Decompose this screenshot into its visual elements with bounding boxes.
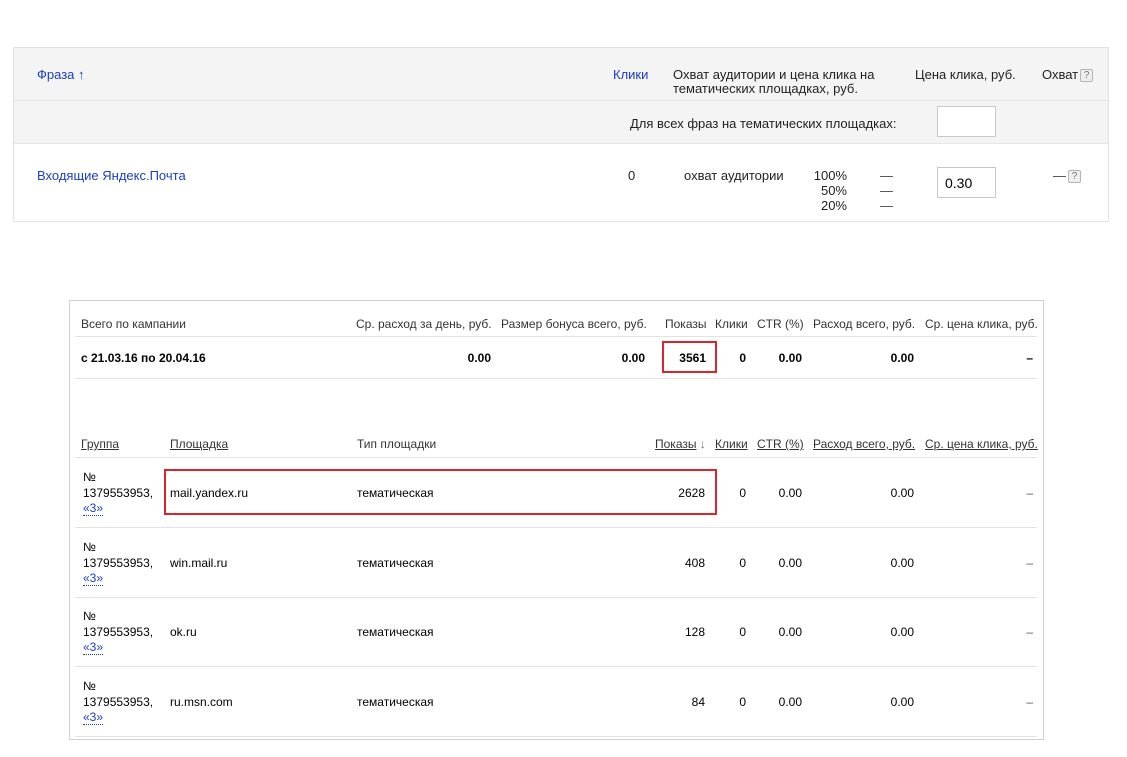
row-spend: 0.00 <box>890 694 914 709</box>
summary-header-spend: Расход всего, руб. <box>813 317 916 331</box>
coverage-value-20: — <box>880 198 893 213</box>
col-price-header: Цена клика, руб. <box>915 67 1016 82</box>
site-type: тематическая <box>357 555 434 570</box>
col-phrase-header[interactable]: Фраза ↑ <box>37 67 85 82</box>
row-avg-cpc: – <box>1026 486 1033 500</box>
summary-clicks: 0 <box>739 351 746 365</box>
table-row: № 1379553953, «3» win.mail.ru тематическ… <box>70 528 1045 598</box>
divider <box>75 735 1037 737</box>
row-clicks: 0 <box>739 694 746 709</box>
group-link[interactable]: «3» <box>83 571 104 586</box>
coverage-value-50: — <box>880 183 893 198</box>
summary-header-avg-cpc: Ср. цена клика, руб. <box>925 317 1038 331</box>
site-name: win.mail.ru <box>170 555 228 570</box>
phrases-table: Фраза ↑ Клики Охват аудитории и цена кли… <box>13 47 1109 222</box>
table-row: № 1379553953, «3» ok.ru тематическая 128… <box>70 597 1045 667</box>
row-ctr: 0.00 <box>778 625 802 639</box>
summary-spend: 0.00 <box>890 351 914 365</box>
row-spend: 0.00 <box>890 486 914 500</box>
phrase-reach: —? <box>1053 168 1081 183</box>
group-link[interactable]: «3» <box>83 502 104 516</box>
col-spend-header[interactable]: Расход всего, руб. <box>813 437 915 451</box>
summary-avg-daily: 0.00 <box>467 351 491 365</box>
summary-header-total: Всего по кампании <box>81 317 186 331</box>
summary-avg-cpc: – <box>1026 351 1033 365</box>
group-number-sign: № <box>83 609 96 623</box>
phrase-price-input[interactable] <box>937 167 996 198</box>
group-id: 1379553953, <box>83 625 154 639</box>
sort-arrow-down-icon: ↓ <box>699 437 706 451</box>
col-impressions-header[interactable]: Показы ↓ <box>655 437 706 451</box>
row-spend: 0.00 <box>890 555 914 570</box>
sort-by-phrase-link[interactable]: Фраза <box>37 67 74 82</box>
summary-header-impressions: Показы <box>665 317 707 331</box>
site-name: ok.ru <box>170 625 197 639</box>
help-icon[interactable]: ? <box>1080 69 1094 82</box>
summary-period: с 21.03.16 по 20.04.16 <box>81 351 206 365</box>
phrase-link[interactable]: Входящие Яндекс.Почта <box>37 168 186 183</box>
row-avg-cpc: – <box>1026 555 1033 570</box>
summary-header-ctr: CTR (%) <box>757 317 804 331</box>
row-ctr: 0.00 <box>778 555 802 570</box>
group-number-sign: № <box>83 678 96 693</box>
col-ctr-header[interactable]: CTR (%) <box>757 437 804 451</box>
bulk-price-input[interactable] <box>937 106 996 137</box>
row-clicks: 0 <box>739 625 746 639</box>
summary-header-avg-daily: Ср. расход за день, руб. <box>356 317 492 331</box>
col-reach-header: Охват? <box>1042 67 1094 82</box>
group-id: 1379553953, <box>83 486 154 500</box>
highlight-box-mail-yandex-row <box>164 469 717 515</box>
group-number-sign: № <box>83 539 96 554</box>
col-clicks-header[interactable]: Клики <box>715 437 748 451</box>
phrases-table-header: Фраза ↑ Клики Охват аудитории и цена кли… <box>14 48 1108 101</box>
coverage-level-20: 20% <box>820 198 847 213</box>
help-icon[interactable]: ? <box>1068 170 1081 183</box>
group-id: 1379553953, <box>83 694 154 709</box>
col-reach-label: Охват <box>1042 67 1079 82</box>
bulk-price-row: Для всех фраз на тематических площадках: <box>14 101 1108 144</box>
row-clicks: 0 <box>739 486 746 500</box>
site-type: тематическая <box>357 625 434 639</box>
col-coverage-header-line1: Охват аудитории и цена клика на <box>673 67 875 82</box>
summary-bonus: 0.00 <box>621 351 645 365</box>
site-name: ru.msn.com <box>170 694 233 709</box>
col-site-header[interactable]: Площадка <box>170 437 228 451</box>
coverage-level-50: 50% <box>820 183 847 198</box>
sort-arrow-up-icon: ↑ <box>78 67 85 82</box>
col-clicks-header[interactable]: Клики <box>613 67 648 82</box>
col-coverage-header-line2: тематических площадках, руб. <box>673 81 858 96</box>
divider <box>75 378 1037 379</box>
row-spend: 0.00 <box>890 625 914 639</box>
phrase-clicks: 0 <box>628 168 636 183</box>
summary-header-clicks: Клики <box>715 317 748 331</box>
group-number-sign: № <box>83 470 96 484</box>
table-row: № 1379553953, «3» ru.msn.com тематическа… <box>70 667 1045 737</box>
row-avg-cpc: – <box>1026 694 1033 709</box>
row-impressions: 128 <box>684 625 705 639</box>
coverage-value-100: — <box>880 168 893 183</box>
row-impressions: 84 <box>691 694 705 709</box>
phrase-reach-value: — <box>1053 168 1066 183</box>
placement-stats-panel: Всего по кампании Ср. расход за день, ру… <box>69 300 1044 740</box>
row-ctr: 0.00 <box>778 694 802 709</box>
summary-header-bonus: Размер бонуса всего, руб. <box>501 317 647 331</box>
group-link[interactable]: «3» <box>83 641 104 655</box>
bulk-price-label: Для всех фраз на тематических площадках: <box>630 116 897 131</box>
coverage-label: охват аудитории <box>684 168 784 183</box>
row-ctr: 0.00 <box>778 486 802 500</box>
site-type: тематическая <box>357 694 434 709</box>
highlight-box-summary-impressions <box>662 341 717 373</box>
summary-ctr: 0.00 <box>778 351 802 365</box>
row-impressions: 408 <box>684 555 705 570</box>
row-clicks: 0 <box>739 555 746 570</box>
col-group-header[interactable]: Группа <box>81 437 119 451</box>
group-link[interactable]: «3» <box>83 710 104 725</box>
col-avg-cpc-header[interactable]: Ср. цена клика, руб. <box>925 437 1038 451</box>
group-id: 1379553953, <box>83 555 154 570</box>
sort-by-impressions-link[interactable]: Показы <box>655 437 696 451</box>
coverage-level-100: 100% <box>813 168 847 183</box>
divider <box>75 336 1037 337</box>
col-type-header: Тип площадки <box>357 437 437 451</box>
row-avg-cpc: – <box>1026 625 1033 639</box>
